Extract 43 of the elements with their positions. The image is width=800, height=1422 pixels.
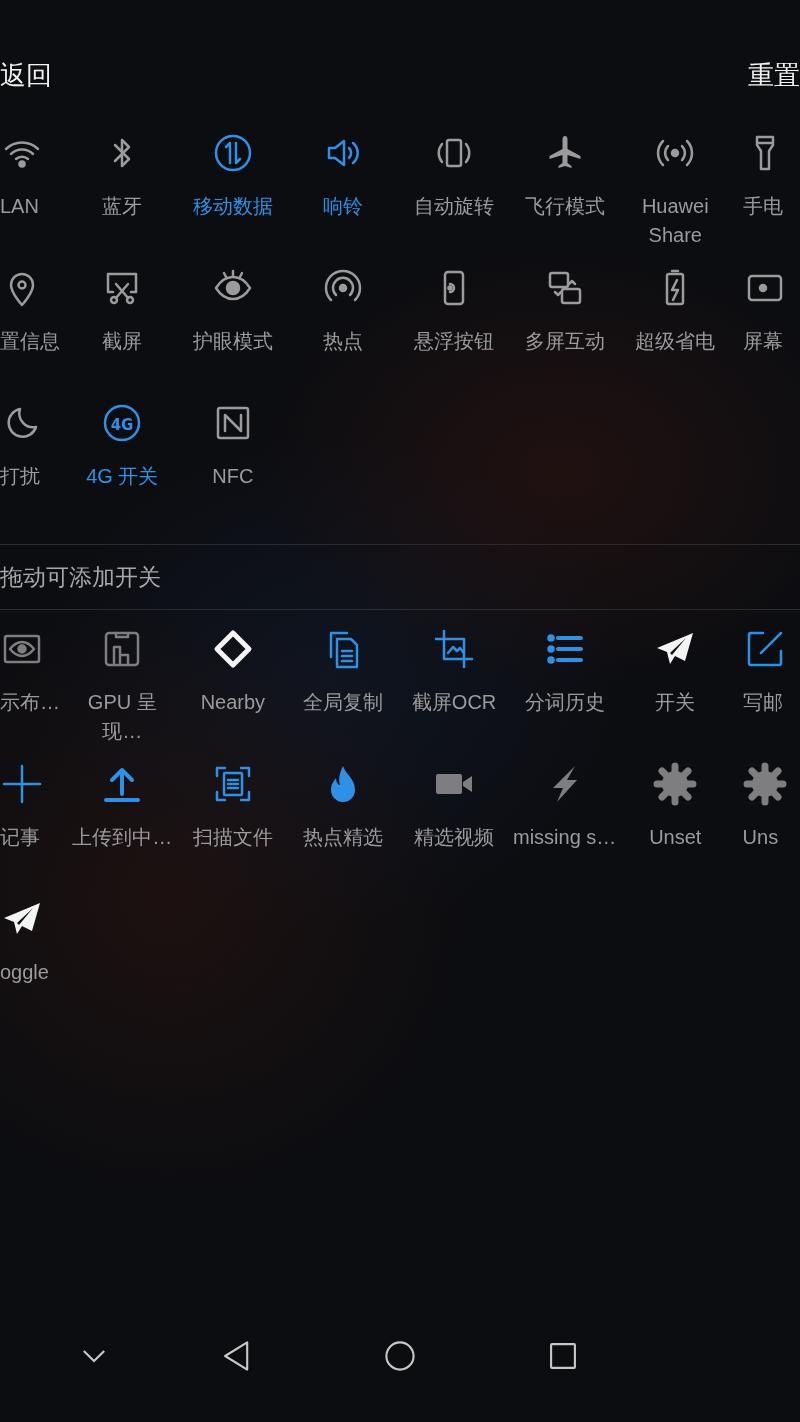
quick-toggle[interactable]: 置信息: [0, 260, 67, 395]
quick-toggle[interactable]: 写邮: [730, 621, 800, 756]
quick-toggle[interactable]: 飞行模式: [509, 125, 620, 260]
quick-toggle[interactable]: 多屏互动: [509, 260, 620, 395]
home-icon[interactable]: [383, 1339, 417, 1373]
quick-toggle[interactable]: 护眼模式: [177, 260, 289, 395]
quick-toggle[interactable]: 4G 4G 开关: [67, 395, 178, 530]
quick-toggle[interactable]: 蓝牙: [67, 125, 178, 260]
quick-toggle[interactable]: Uns: [730, 756, 800, 891]
quick-toggle[interactable]: 移动数据: [177, 125, 289, 260]
quick-toggle[interactable]: LAN: [0, 125, 67, 260]
back-button[interactable]: 返回: [0, 58, 52, 94]
quick-toggle[interactable]: 热点: [288, 260, 399, 395]
quick-toggle[interactable]: 扫描文件: [177, 756, 289, 891]
quick-toggle[interactable]: Huawei Share: [619, 125, 731, 260]
quick-toggle[interactable]: 截屏: [67, 260, 178, 395]
gear-icon: [742, 762, 787, 806]
quick-toggle[interactable]: oggle: [0, 891, 67, 1026]
quick-toggle[interactable]: 截屏OCR: [398, 621, 510, 756]
quick-toggle[interactable]: 开关: [619, 621, 731, 756]
quick-toggle[interactable]: NFC: [177, 395, 289, 530]
plus-icon: [0, 762, 44, 806]
quick-toggle[interactable]: missing s…: [509, 756, 620, 891]
quick-toggle[interactable]: Unset: [619, 756, 731, 891]
quick-toggle[interactable]: 记事: [0, 756, 67, 891]
quick-toggle[interactable]: 自动旋转: [398, 125, 510, 260]
quick-toggle[interactable]: 分词历史: [509, 621, 620, 756]
quick-toggle[interactable]: 屏幕: [730, 260, 800, 395]
gear-icon: [653, 762, 698, 806]
quick-toggle[interactable]: 示布…: [0, 621, 67, 756]
quick-toggle[interactable]: 热点精选: [288, 756, 399, 891]
quick-toggle[interactable]: 响铃: [288, 125, 399, 260]
quick-toggle[interactable]: 悬浮按钮: [398, 260, 510, 395]
quick-toggle[interactable]: 上传到中…: [67, 756, 178, 891]
quick-toggle[interactable]: 手电: [730, 125, 800, 260]
quick-toggle[interactable]: 超级省电: [619, 260, 731, 395]
quick-toggle[interactable]: 精选视频: [398, 756, 510, 891]
section-heading: 拖动可添加开关: [0, 562, 161, 592]
quick-toggle[interactable]: GPU 呈现…: [67, 621, 178, 756]
quick-toggle[interactable]: 全局复制: [288, 621, 399, 756]
quick-toggle[interactable]: 打扰: [0, 395, 67, 530]
quick-toggle[interactable]: Nearby: [177, 621, 289, 756]
reset-button[interactable]: 重置: [748, 58, 800, 94]
